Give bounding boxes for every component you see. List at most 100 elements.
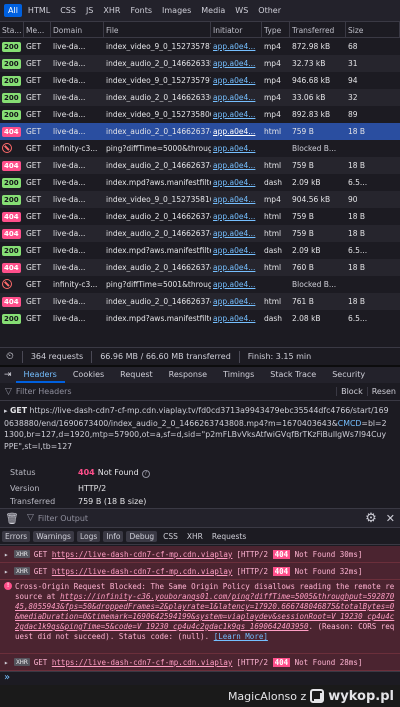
filter-html[interactable]: HTML [24,4,54,17]
filter-other[interactable]: Other [254,4,285,17]
request-row[interactable]: 404 GET live-da... index_audio_2_0_14662637… [0,157,400,174]
transferred-value: 759 B (18 B size) [78,497,147,506]
initiator-cell[interactable]: app.a0e4... [211,110,262,119]
method-cell: GET [26,297,42,306]
request-row[interactable]: GET infinity-c3... ping?diffTime=5000&thro… [0,140,400,157]
initiator-cell[interactable]: app.a0e4... [211,76,262,85]
request-row[interactable]: 200 GET live-da... index.mpd?aws.manifestfi… [0,242,400,259]
column-size[interactable]: Size [346,22,400,37]
initiator-cell[interactable]: app.a0e4... [211,246,262,255]
request-row[interactable]: 200 GET live-da... index_video_9_0_15273579… [0,72,400,89]
filter-media[interactable]: Media [197,4,229,17]
initiator-cell[interactable]: app.a0e4... [211,178,262,187]
column-domain[interactable]: Domain [51,22,104,37]
tab-stack-trace[interactable]: Stack Trace [262,367,324,383]
learn-more-link[interactable]: [Learn More] [214,632,268,641]
tab-cookies[interactable]: Cookies [65,367,112,383]
filter-xhr-msgs[interactable]: XHR [184,531,206,542]
tab-response[interactable]: Response [161,367,215,383]
xhr-tag: XHR [14,567,30,575]
cors-error-entry[interactable]: ! Cross-Origin Request Blocked: The Same… [0,580,400,654]
close-icon[interactable]: ✕ [381,512,400,525]
filter-all[interactable]: All [4,4,22,17]
filter-info[interactable]: Info [103,531,124,542]
expand-arrow-icon[interactable]: ▸ [4,567,14,576]
filter-css-msgs[interactable]: CSS [160,531,181,542]
expand-arrow-icon[interactable]: ▸ [4,658,14,667]
request-row[interactable]: 200 GET live-da... index.mpd?aws.manifestfi… [0,310,400,327]
filter-css[interactable]: CSS [56,4,80,17]
initiator-cell[interactable]: app.a0e4... [211,195,262,204]
request-row[interactable]: 404 GET live-da... index_audio_2_0_14662637… [0,208,400,225]
request-row[interactable]: 404 GET live-da... index_audio_2_0_14662637… [0,225,400,242]
expand-arrow-icon[interactable]: ▸ [4,550,14,559]
filter-headers-input[interactable]: Filter Headers [16,387,72,396]
column-type[interactable]: Type [262,22,290,37]
request-row[interactable]: 200 GET live-da... index_video_9_0_15273580… [0,106,400,123]
column-status[interactable]: Sta... [0,22,24,37]
block-button[interactable]: Block [336,387,367,396]
initiator-cell[interactable]: app.a0e4... [211,127,262,136]
request-row[interactable]: GET infinity-c3... ping?diffTime=5001&thro… [0,276,400,293]
request-row[interactable]: 200 GET live-da... index_video_9_0_15273578… [0,38,400,55]
initiator-cell[interactable]: app.a0e4... [211,263,262,272]
column-transferred[interactable]: Transferred [290,22,346,37]
log-url[interactable]: https://live-dash-cdn7-cf-mp.cdn.viaplay [52,658,233,667]
initiator-cell[interactable]: app.a0e4... [211,297,262,306]
watermark: MagicAlonso z wykop.pl [0,685,400,707]
column-method[interactable]: Me... [24,22,51,37]
column-file[interactable]: File [104,22,211,37]
request-row[interactable]: 404 GET live-da... index_audio_2_0_14662637… [0,123,400,140]
console-entry[interactable]: ▸ XHR GET https://live-dash-cdn7-cf-mp.c… [0,654,400,671]
help-icon[interactable]: ? [141,470,150,478]
tab-request[interactable]: Request [112,367,161,383]
filter-xhr[interactable]: XHR [99,4,124,17]
request-row[interactable]: 200 GET live-da... index_video_9_0_15273581… [0,191,400,208]
initiator-cell[interactable]: app.a0e4... [211,42,262,51]
trash-icon[interactable]: 🗑 [5,512,19,525]
log-url[interactable]: https://live-dash-cdn7-cf-mp.cdn.viaplay [52,550,233,559]
initiator-cell[interactable]: app.a0e4... [211,212,262,221]
log-url[interactable]: https://live-dash-cdn7-cf-mp.cdn.viaplay [52,567,233,576]
request-row[interactable]: 200 GET live-da... index_audio_2_0_14662633… [0,89,400,106]
filter-images[interactable]: Images [158,4,195,17]
initiator-cell[interactable]: app.a0e4... [211,59,262,68]
initiator-cell[interactable]: app.a0e4... [211,314,262,323]
filter-requests[interactable]: Requests [209,531,249,542]
console-toolbar: 🗑 ▽ Filter Output ⚙ ✕ [0,508,400,528]
request-row[interactable]: 200 GET live-da... index_audio_2_0_14662633… [0,55,400,72]
method-cell: GET [26,144,42,153]
status-badge: 200 [2,58,21,69]
filter-logs[interactable]: Logs [76,531,101,542]
transferred-label: Transferred [10,497,56,506]
initiator-cell[interactable]: app.a0e4... [211,280,262,289]
console-entry[interactable]: ▸ XHR GET https://live-dash-cdn7-cf-mp.c… [0,546,400,563]
tab-security[interactable]: Security [324,367,373,383]
initiator-cell[interactable]: app.a0e4... [211,161,262,170]
console-filter-input[interactable]: Filter Output [38,514,88,523]
log-status-code: 404 [272,566,291,576]
filter-js[interactable]: JS [82,4,97,17]
request-row[interactable]: 200 GET live-da... index.mpd?aws.manifestfi… [0,174,400,191]
console-entry[interactable]: ▸ XHR GET https://live-dash-cdn7-cf-mp.c… [0,563,400,580]
filter-debug[interactable]: Debug [126,531,158,542]
initiator-cell[interactable]: app.a0e4... [211,93,262,102]
filter-ws[interactable]: WS [231,4,252,17]
resend-button[interactable]: Resen [366,387,400,396]
request-row[interactable]: 404 GET live-da... index_audio_2_0_14662637… [0,293,400,310]
tab-headers[interactable]: Headers [15,367,65,383]
console-input[interactable]: » [0,671,400,685]
filter-fonts[interactable]: Fonts [126,4,156,17]
dock-icon[interactable]: ⇥ [0,370,16,380]
size-cell: 6.5... [348,246,368,255]
filter-warnings[interactable]: Warnings [33,531,74,542]
filter-errors[interactable]: Errors [2,531,31,542]
initiator-cell[interactable]: app.a0e4... [211,144,262,153]
request-row[interactable]: 404 GET live-da... index_audio_2_0_14662637… [0,259,400,276]
initiator-cell[interactable]: app.a0e4... [211,229,262,238]
expand-arrow-icon[interactable]: ▸ [4,407,8,415]
status-cell: 200 [0,313,24,324]
gear-icon[interactable]: ⚙ [361,511,381,526]
column-initiator[interactable]: Initiator [211,22,262,37]
tab-timings[interactable]: Timings [215,367,262,383]
